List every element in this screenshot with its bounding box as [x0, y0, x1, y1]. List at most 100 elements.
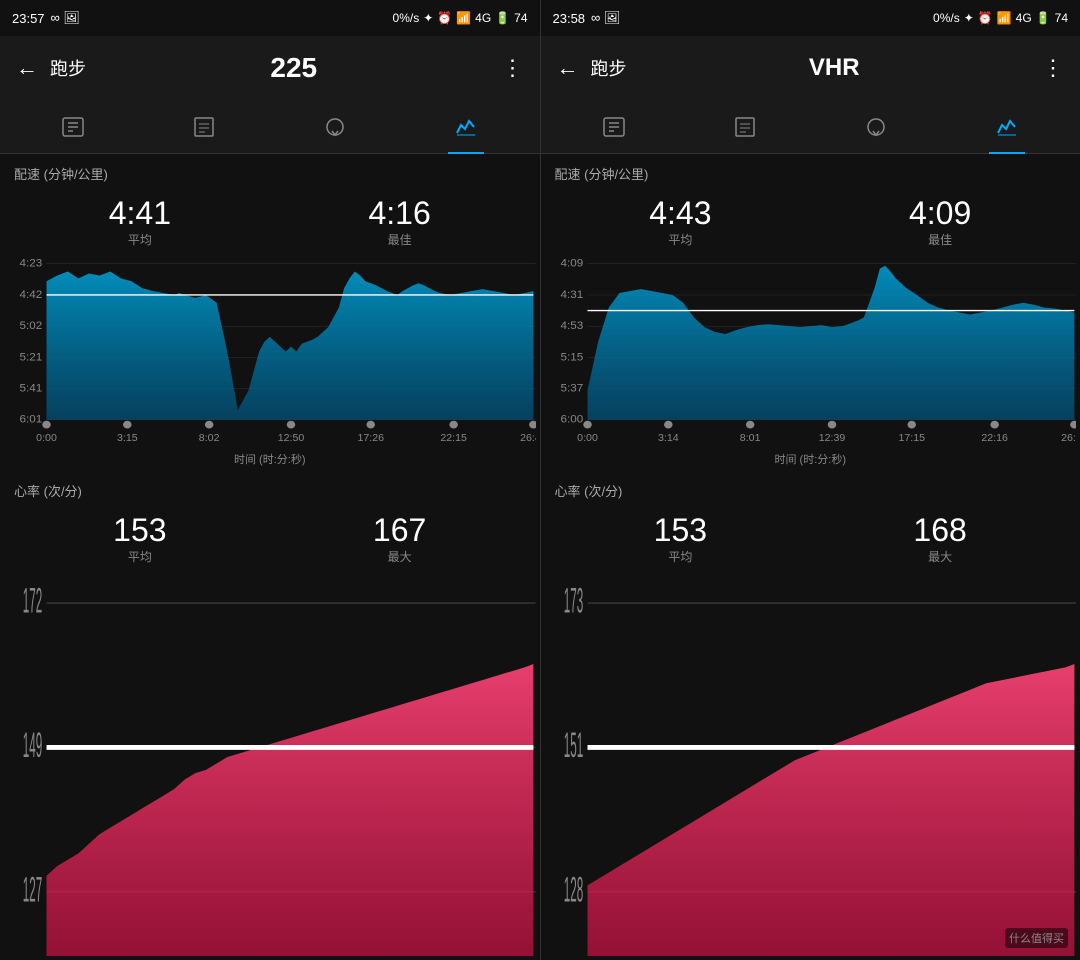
- svg-text:26:15: 26:15: [1061, 434, 1076, 445]
- tab-laps-left[interactable]: [317, 109, 353, 145]
- svg-text:12:39: 12:39: [818, 434, 845, 445]
- hr-chart-area-right: 173 151 128 什么值得买: [545, 571, 1077, 956]
- status-left-right: 23:58 ∞ 🖼: [553, 10, 621, 26]
- svg-text:0:00: 0:00: [577, 434, 598, 445]
- tab-laps-right[interactable]: [858, 109, 894, 145]
- battery-left: 74: [514, 11, 527, 25]
- menu-button-right[interactable]: ⋮: [1042, 55, 1064, 81]
- watermark: 什么值得买: [1005, 928, 1068, 948]
- hr-avg-label-right: 平均: [668, 548, 692, 565]
- header-title-right: VHR: [639, 54, 1031, 82]
- tab-bar-left: [0, 100, 540, 153]
- header-subtitle-left: 跑步: [50, 55, 86, 81]
- signal-right: 0%/s: [933, 11, 960, 25]
- pace-avg-right: 4:43 平均: [649, 197, 711, 248]
- hr-max-label-right: 最大: [928, 548, 952, 565]
- pace-best-right: 4:09 最佳: [909, 197, 971, 248]
- svg-text:173: 173: [563, 580, 582, 620]
- back-button-left[interactable]: ←: [16, 55, 38, 81]
- left-panel: 配速 (分钟/公里) 4:41 平均 4:16 最佳: [0, 154, 540, 960]
- header-subtitle-right: 跑步: [591, 55, 627, 81]
- header-title-left: 225: [98, 52, 490, 84]
- status-bar-left: 23:57 ∞ 🖼 0%/s ✦ ⏰ 📶 4G 🔋 74: [0, 0, 540, 36]
- wifi-icon-left: 📶: [456, 11, 471, 25]
- svg-text:12:50: 12:50: [278, 434, 305, 445]
- battery-icon-right: 🔋: [1036, 11, 1051, 25]
- hr-avg-left: 153 平均: [113, 514, 166, 565]
- svg-text:151: 151: [563, 725, 582, 765]
- svg-text:5:37: 5:37: [560, 383, 583, 394]
- wifi-icon-right: 📶: [997, 11, 1012, 25]
- battery-right: 74: [1055, 11, 1068, 25]
- hr-section-left: 心率 (次/分): [0, 471, 540, 510]
- pace-best-label-left: 最佳: [388, 231, 412, 248]
- svg-text:4:09: 4:09: [560, 258, 583, 269]
- svg-text:0:00: 0:00: [36, 434, 57, 445]
- tab-chart-right[interactable]: [989, 109, 1025, 145]
- svg-text:5:02: 5:02: [20, 320, 43, 331]
- svg-text:3:14: 3:14: [657, 434, 678, 445]
- pace-best-left: 4:16 最佳: [368, 197, 430, 248]
- bluetooth-icon-right: ✦: [964, 11, 974, 25]
- pace-avg-value-right: 4:43: [649, 197, 711, 229]
- tab-activity-right[interactable]: [596, 109, 632, 145]
- status-left-left: 23:57 ∞ 🖼: [12, 10, 80, 26]
- icons-left: ∞ 🖼: [51, 10, 80, 26]
- svg-text:26:49: 26:49: [520, 434, 535, 445]
- hr-chart-area-left: 172 149 127: [4, 571, 536, 956]
- tab-summary-right[interactable]: [727, 109, 763, 145]
- signal-left: 0%/s: [393, 11, 420, 25]
- svg-text:8:01: 8:01: [739, 434, 760, 445]
- alarm-icon-left: ⏰: [437, 11, 452, 25]
- svg-text:127: 127: [23, 869, 42, 909]
- bluetooth-icon-left: ✦: [423, 11, 433, 25]
- svg-text:6:00: 6:00: [560, 414, 583, 425]
- svg-text:3:15: 3:15: [117, 434, 138, 445]
- pace-x-title-right: 时间 (时:分:秒): [541, 449, 1080, 471]
- svg-text:4:31: 4:31: [560, 289, 583, 300]
- hr-stats-right: 153 平均 168 最大: [541, 510, 1080, 571]
- hr-max-label-left: 最大: [388, 548, 412, 565]
- hr-max-value-right: 168: [913, 514, 966, 546]
- right-panel: 配速 (分钟/公里) 4:43 平均 4:09 最佳 4:09: [541, 154, 1080, 960]
- header-bars: ← 跑步 225 ⋮ ← 跑步 VHR ⋮: [0, 36, 1080, 100]
- svg-text:5:21: 5:21: [20, 352, 43, 363]
- hr-avg-label-left: 平均: [128, 548, 152, 565]
- pace-section-right: 配速 (分钟/公里): [541, 154, 1080, 193]
- status-bar-right: 23:58 ∞ 🖼 0%/s ✦ ⏰ 📶 4G 🔋 74: [541, 0, 1080, 36]
- alarm-icon-right: ⏰: [978, 11, 993, 25]
- header-bar-right: ← 跑步 VHR ⋮: [541, 36, 1080, 100]
- tab-summary-left[interactable]: [186, 109, 222, 145]
- pace-avg-label-right: 平均: [668, 231, 692, 248]
- tab-activity-left[interactable]: [55, 109, 91, 145]
- pace-title-left: 配速 (分钟/公里): [14, 164, 526, 183]
- hr-avg-value-right: 153: [654, 514, 707, 546]
- time-right: 23:58: [553, 11, 586, 26]
- svg-text:17:15: 17:15: [898, 434, 925, 445]
- icons-right: ∞ 🖼: [591, 10, 620, 26]
- hr-max-right: 168 最大: [913, 514, 966, 565]
- svg-text:22:16: 22:16: [981, 434, 1008, 445]
- pace-best-value-left: 4:16: [368, 197, 430, 229]
- pace-x-title-left: 时间 (时:分:秒): [0, 449, 540, 471]
- pace-best-label-right: 最佳: [928, 231, 952, 248]
- hr-stats-left: 153 平均 167 最大: [0, 510, 540, 571]
- svg-text:17:26: 17:26: [357, 434, 384, 445]
- 4g-icon-left: 4G: [475, 11, 491, 25]
- pace-stats-right: 4:43 平均 4:09 最佳: [541, 193, 1080, 254]
- tab-bars: [0, 100, 1080, 154]
- hr-title-left: 心率 (次/分): [14, 481, 526, 500]
- menu-button-left[interactable]: ⋮: [502, 55, 524, 81]
- pace-title-right: 配速 (分钟/公里): [555, 164, 1067, 183]
- pace-avg-label-left: 平均: [128, 231, 152, 248]
- svg-text:4:53: 4:53: [560, 320, 583, 331]
- back-button-right[interactable]: ←: [557, 55, 579, 81]
- pace-chart-left: 4:23 4:42 5:02 5:21 5:41 6:01: [4, 254, 536, 449]
- pace-avg-left: 4:41 平均: [109, 197, 171, 248]
- pace-section-left: 配速 (分钟/公里): [0, 154, 540, 193]
- svg-text:5:41: 5:41: [20, 383, 43, 394]
- svg-text:128: 128: [563, 869, 582, 909]
- tab-chart-left[interactable]: [448, 109, 484, 145]
- svg-text:5:15: 5:15: [560, 352, 583, 363]
- hr-title-right: 心率 (次/分): [555, 481, 1067, 500]
